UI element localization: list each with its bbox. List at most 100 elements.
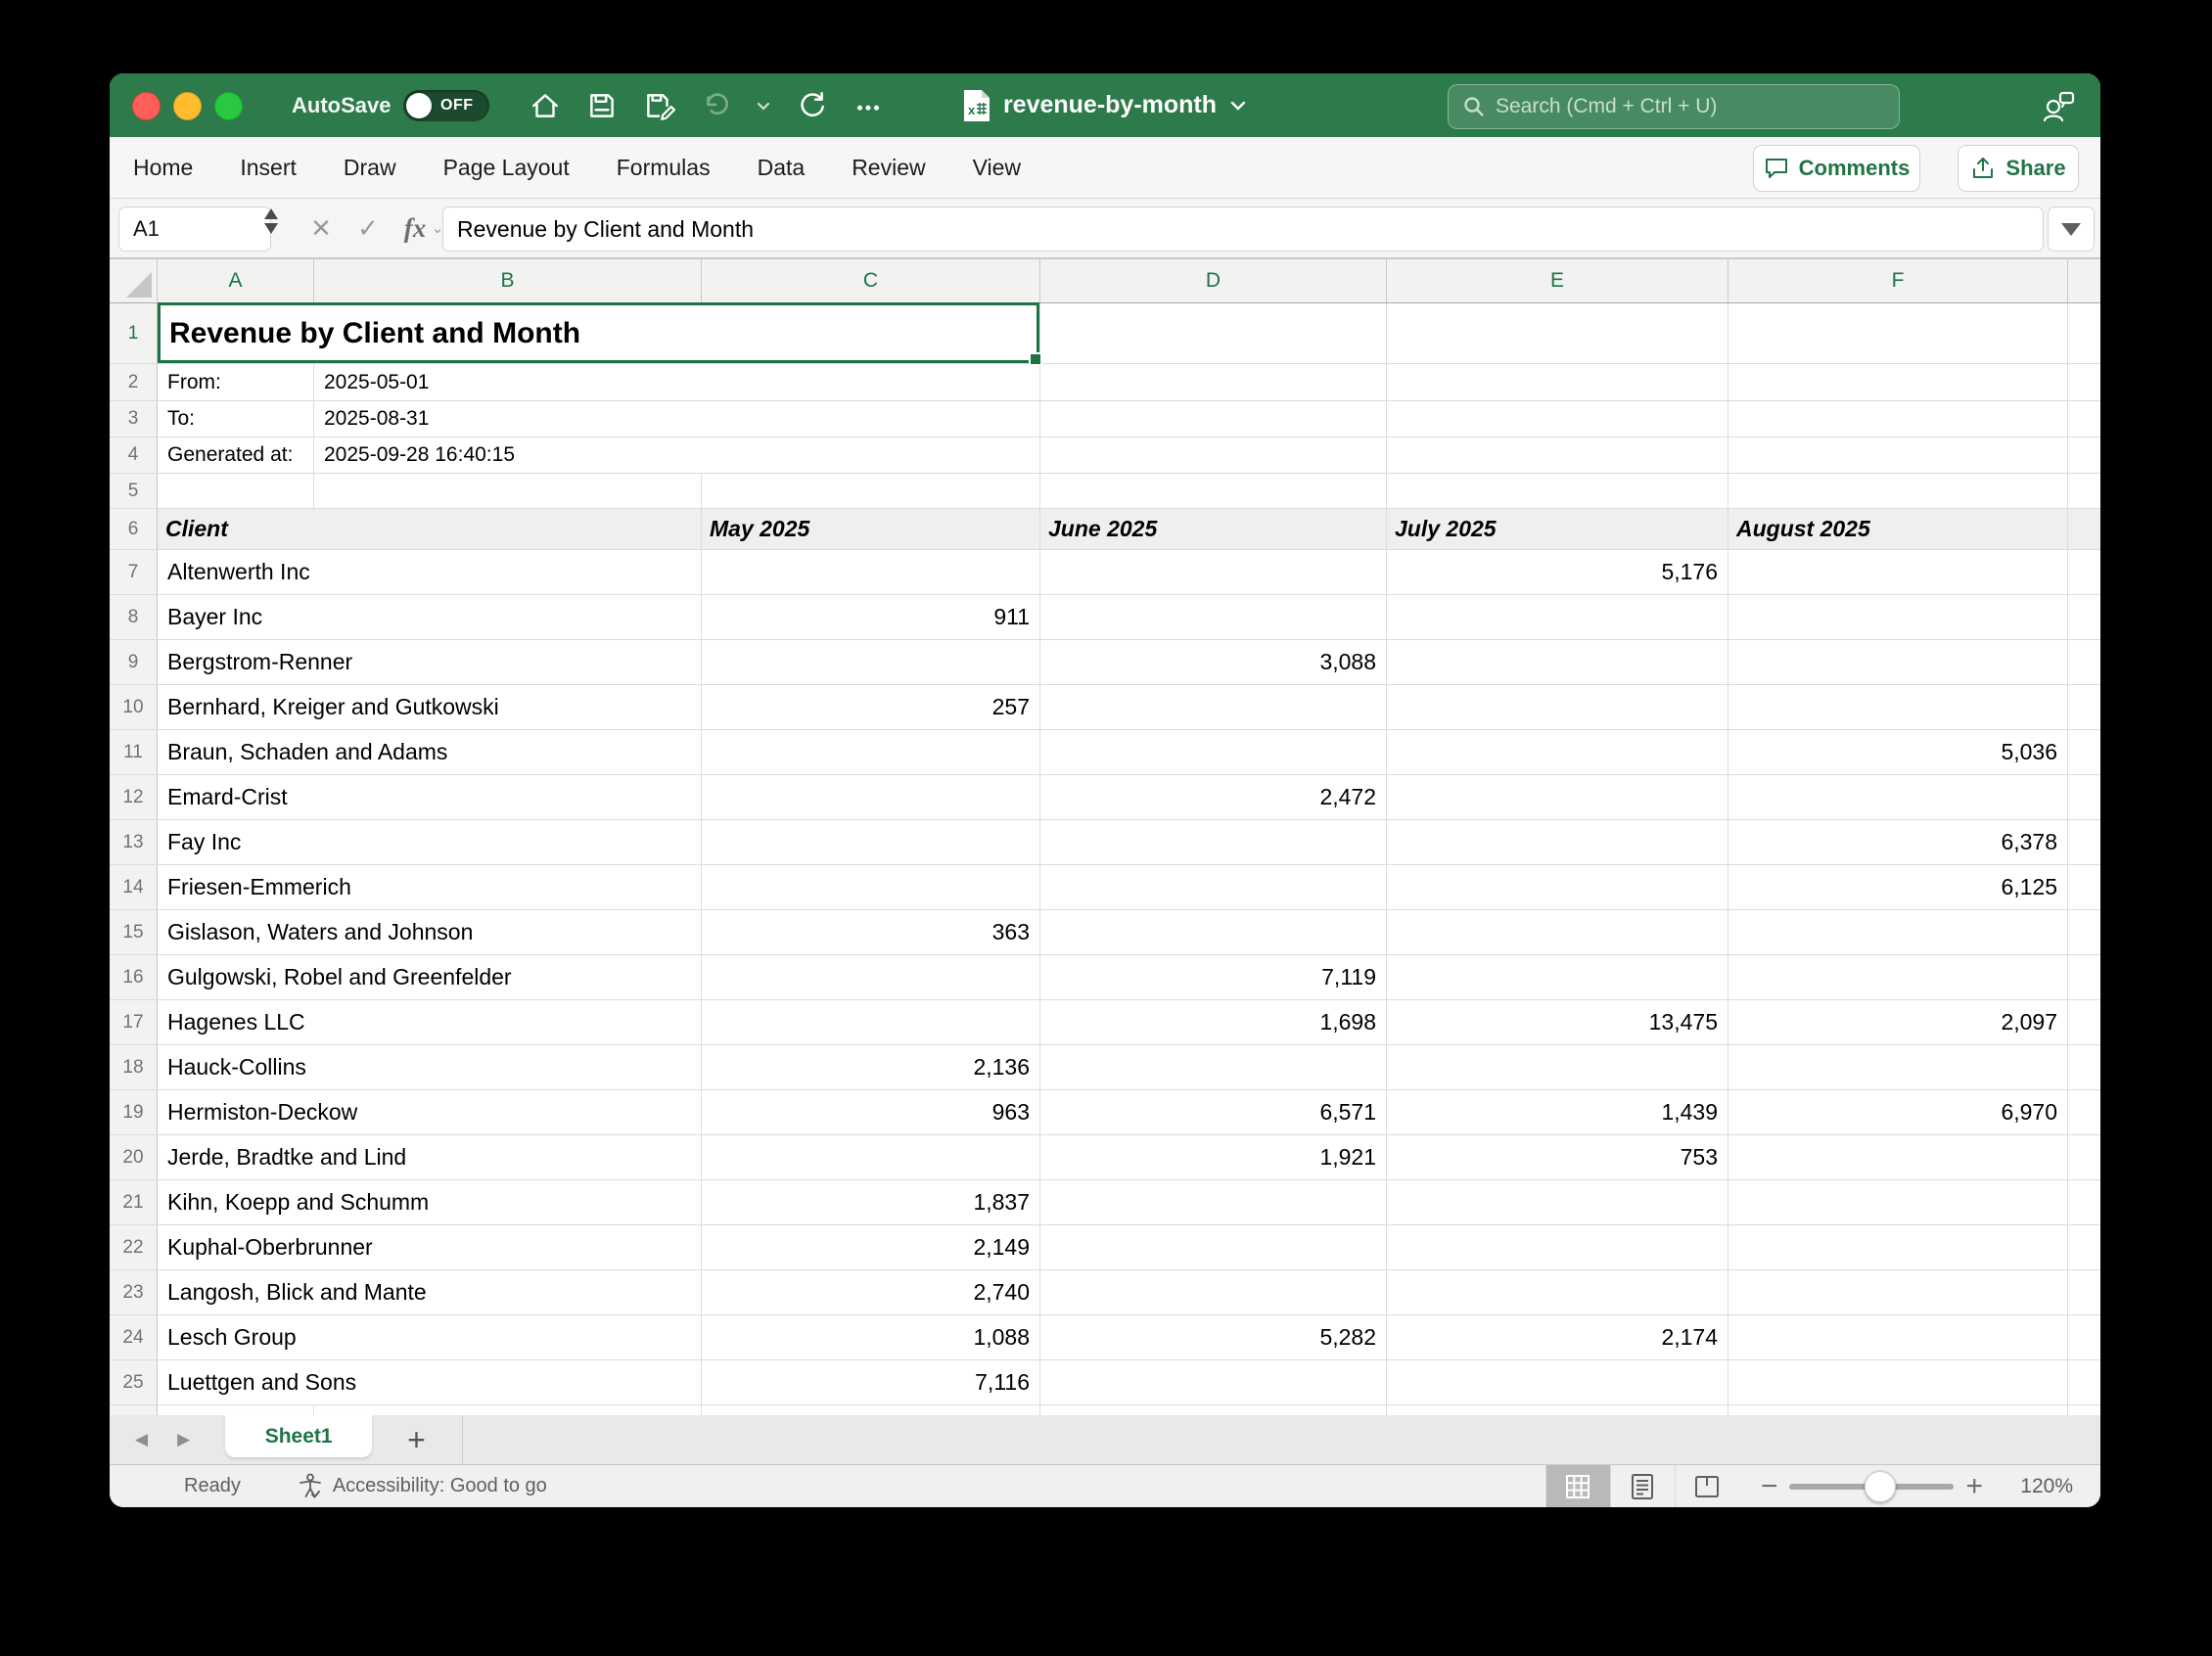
row-number-5[interactable]: 5: [110, 474, 158, 508]
cell-A8-client[interactable]: Bayer Inc: [158, 595, 701, 639]
zoom-slider-thumb[interactable]: [1865, 1471, 1896, 1502]
cell-E2[interactable]: [1386, 364, 1728, 400]
cell-F26[interactable]: [1728, 1405, 2067, 1415]
cell-F8[interactable]: [1728, 595, 2067, 639]
cell-F22[interactable]: [1728, 1225, 2067, 1269]
cell-F6-month-header[interactable]: August 2025: [1728, 509, 2067, 549]
cell-A21-client[interactable]: Kihn, Koepp and Schumm: [158, 1180, 701, 1224]
cell-C8[interactable]: 911: [701, 595, 1039, 639]
cell-A10-client[interactable]: Bernhard, Kreiger and Gutkowski: [158, 685, 701, 729]
cell-C25[interactable]: 7,116: [701, 1360, 1039, 1404]
comments-button[interactable]: Comments: [1753, 145, 1920, 192]
cell-F17[interactable]: 2,097: [1728, 1000, 2067, 1044]
tab-home[interactable]: Home: [133, 155, 193, 181]
cell-C7[interactable]: [701, 550, 1039, 594]
search-input[interactable]: Search (Cmd + Ctrl + U): [1448, 84, 1900, 129]
cell-A6-client-header[interactable]: Client: [158, 509, 701, 549]
cell-F9[interactable]: [1728, 640, 2067, 684]
normal-view-button[interactable]: [1545, 1465, 1610, 1507]
cell-C13[interactable]: [701, 820, 1039, 864]
cell-E20[interactable]: 753: [1386, 1135, 1728, 1179]
cell-E8[interactable]: [1386, 595, 1728, 639]
cell-C16[interactable]: [701, 955, 1039, 999]
cell-E24[interactable]: 2,174: [1386, 1315, 1728, 1359]
cell-E23[interactable]: [1386, 1270, 1728, 1314]
formula-bar-expand-button[interactable]: [2048, 207, 2095, 252]
cell-B3[interactable]: 2025-08-31: [313, 401, 1039, 437]
column-header-B[interactable]: B: [313, 259, 701, 302]
tab-formulas[interactable]: Formulas: [617, 155, 711, 181]
cell-F13[interactable]: 6,378: [1728, 820, 2067, 864]
cell-G5[interactable]: [2067, 474, 2100, 508]
tab-review[interactable]: Review: [852, 155, 925, 181]
row-number-21[interactable]: 21: [110, 1180, 158, 1224]
cell-D14[interactable]: [1039, 865, 1386, 909]
tab-page-layout[interactable]: Page Layout: [443, 155, 570, 181]
cell-D16[interactable]: 7,119: [1039, 955, 1386, 999]
cell-C12[interactable]: [701, 775, 1039, 819]
cell-C15[interactable]: 363: [701, 910, 1039, 954]
tab-insert[interactable]: Insert: [240, 155, 297, 181]
close-button[interactable]: [132, 92, 161, 120]
cell-F14[interactable]: 6,125: [1728, 865, 2067, 909]
row-number-11[interactable]: 11: [110, 730, 158, 774]
cell-E18[interactable]: [1386, 1045, 1728, 1089]
cell-G6[interactable]: [2067, 509, 2100, 549]
cell-A18-client[interactable]: Hauck-Collins: [158, 1045, 701, 1089]
cell-F25[interactable]: [1728, 1360, 2067, 1404]
row-number-22[interactable]: 22: [110, 1225, 158, 1269]
cell-C14[interactable]: [701, 865, 1039, 909]
cell-D18[interactable]: [1039, 1045, 1386, 1089]
cell-D6-month-header[interactable]: June 2025: [1039, 509, 1386, 549]
cell-C5[interactable]: [701, 474, 1039, 508]
row-number-23[interactable]: 23: [110, 1270, 158, 1314]
cell-F1[interactable]: [1728, 303, 2067, 363]
save-icon[interactable]: [585, 89, 619, 122]
next-sheet-icon[interactable]: ▶: [177, 1430, 190, 1449]
cell-G20[interactable]: [2067, 1135, 2100, 1179]
cell-C17[interactable]: [701, 1000, 1039, 1044]
row-number-8[interactable]: 8: [110, 595, 158, 639]
column-header-E[interactable]: E: [1386, 259, 1728, 302]
cell-G4[interactable]: [2067, 437, 2100, 473]
row-number-18[interactable]: 18: [110, 1045, 158, 1089]
cell-C20[interactable]: [701, 1135, 1039, 1179]
cell-D21[interactable]: [1039, 1180, 1386, 1224]
row-number-24[interactable]: 24: [110, 1315, 158, 1359]
cell-D26[interactable]: [1039, 1405, 1386, 1415]
cell-G22[interactable]: [2067, 1225, 2100, 1269]
cell-A26[interactable]: [158, 1405, 313, 1415]
row-number-4[interactable]: 4: [110, 437, 158, 473]
cell-C26[interactable]: [701, 1405, 1039, 1415]
cell-G1[interactable]: [2067, 303, 2100, 363]
cell-A22-client[interactable]: Kuphal-Oberbrunner: [158, 1225, 701, 1269]
cell-E6-month-header[interactable]: July 2025: [1386, 509, 1728, 549]
cell-G3[interactable]: [2067, 401, 2100, 437]
cell-E21[interactable]: [1386, 1180, 1728, 1224]
people-presence-icon[interactable]: [2040, 87, 2077, 124]
cell-A23-client[interactable]: Langosh, Blick and Mante: [158, 1270, 701, 1314]
cell-G24[interactable]: [2067, 1315, 2100, 1359]
row-number-13[interactable]: 13: [110, 820, 158, 864]
cell-D4[interactable]: [1039, 437, 1386, 473]
cell-G10[interactable]: [2067, 685, 2100, 729]
cell-D15[interactable]: [1039, 910, 1386, 954]
cell-E17[interactable]: 13,475: [1386, 1000, 1728, 1044]
cell-E14[interactable]: [1386, 865, 1728, 909]
cell-D13[interactable]: [1039, 820, 1386, 864]
cell-D2[interactable]: [1039, 364, 1386, 400]
document-menu-chevron-icon[interactable]: [1228, 96, 1248, 115]
cell-F12[interactable]: [1728, 775, 2067, 819]
cell-F21[interactable]: [1728, 1180, 2067, 1224]
cell-E4[interactable]: [1386, 437, 1728, 473]
formula-input[interactable]: Revenue by Client and Month: [442, 207, 2044, 252]
cell-C24[interactable]: 1,088: [701, 1315, 1039, 1359]
cell-D24[interactable]: 5,282: [1039, 1315, 1386, 1359]
cell-C9[interactable]: [701, 640, 1039, 684]
cancel-entry-icon[interactable]: ✕: [301, 207, 341, 250]
cell-F10[interactable]: [1728, 685, 2067, 729]
cell-G21[interactable]: [2067, 1180, 2100, 1224]
cell-E9[interactable]: [1386, 640, 1728, 684]
cell-F20[interactable]: [1728, 1135, 2067, 1179]
cell-G16[interactable]: [2067, 955, 2100, 999]
